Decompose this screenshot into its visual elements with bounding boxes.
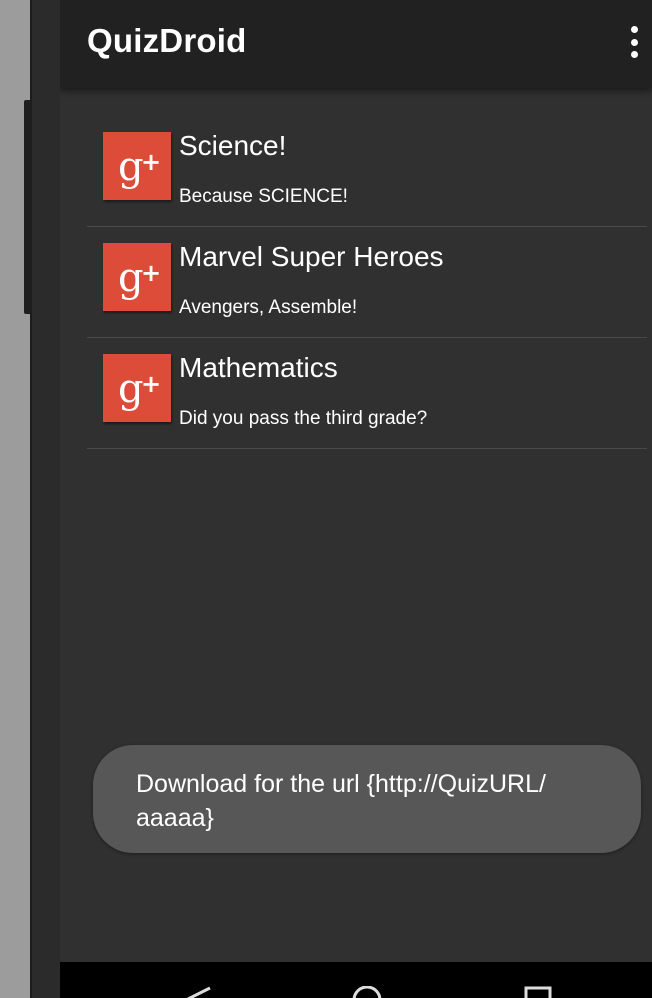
quiz-title: Marvel Super Heroes	[179, 241, 444, 272]
home-icon[interactable]	[350, 986, 384, 998]
back-icon[interactable]	[180, 986, 214, 998]
svg-text:g: g	[118, 255, 144, 301]
quiz-item-marvel[interactable]: g + Marvel Super Heroes Avengers, Assemb…	[87, 227, 647, 338]
quiz-description: Avengers, Assemble!	[179, 297, 358, 318]
quiz-description: Did you pass the third grade?	[179, 408, 428, 429]
quiz-item-science[interactable]: g + Science! Because SCIENCE!	[87, 116, 647, 227]
quiz-description: Because SCIENCE!	[179, 186, 348, 207]
app-title: QuizDroid	[87, 22, 247, 59]
menu-dot	[630, 38, 638, 46]
quiz-title: Science!	[179, 130, 287, 161]
quiz-item-mathematics[interactable]: g + Mathematics Did you pass the third g…	[87, 338, 647, 449]
svg-text:g: g	[118, 366, 144, 412]
navigation-bar	[60, 962, 652, 998]
svg-text:+: +	[141, 259, 161, 287]
device-side-button	[24, 100, 32, 314]
svg-text:+: +	[141, 148, 161, 176]
more-vert-icon[interactable]	[622, 22, 646, 62]
device-bezel	[30, 0, 60, 998]
recents-icon[interactable]	[522, 986, 556, 998]
quiz-title: Mathematics	[179, 352, 338, 383]
app-screen: QuizDroid g + Science! Because SCIENCE! …	[60, 0, 652, 998]
google-plus-icon: g +	[103, 243, 171, 311]
quiz-list: g + Science! Because SCIENCE! g + Marvel…	[87, 116, 647, 449]
google-plus-icon: g +	[103, 132, 171, 200]
menu-dot	[630, 26, 638, 33]
menu-dot	[630, 51, 638, 58]
app-bar: QuizDroid	[60, 0, 652, 88]
svg-text:g: g	[118, 144, 144, 190]
google-plus-icon: g +	[103, 354, 171, 422]
svg-text:+: +	[141, 370, 161, 398]
toast-message: Download for the url {http://QuizURL/ aa…	[93, 745, 641, 853]
